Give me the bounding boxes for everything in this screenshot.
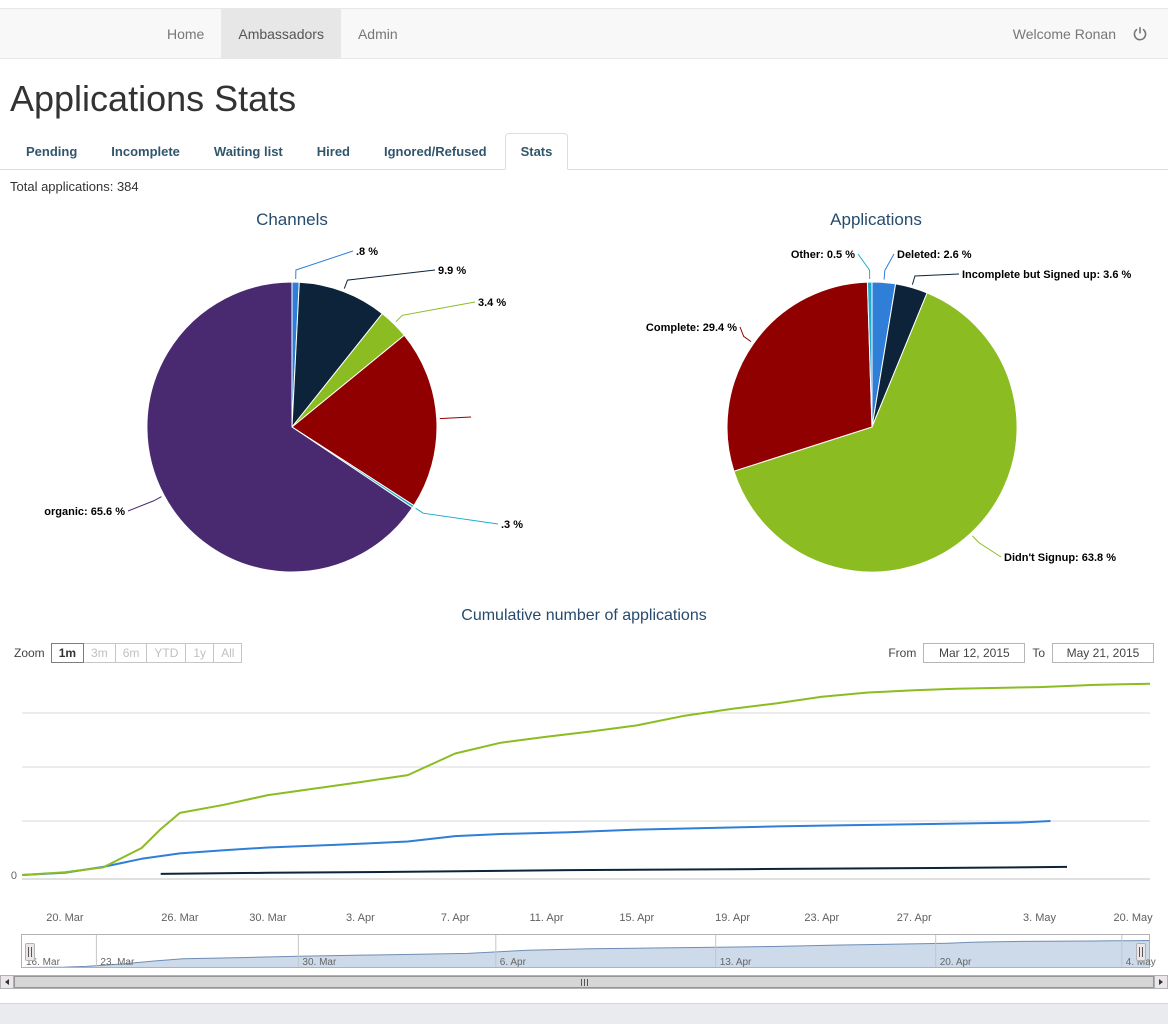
navigator-label: 20. Apr xyxy=(940,957,972,968)
navbar: Home Ambassadors Admin Welcome Ronan xyxy=(0,8,1168,59)
pie-label-connector xyxy=(415,507,499,525)
pie-label: 9.9 % xyxy=(438,265,466,277)
x-axis-label: 30. Mar xyxy=(249,912,287,924)
x-axis-label: 7. Apr xyxy=(441,912,470,924)
zoom-button-6m[interactable]: 6m xyxy=(114,643,148,663)
zoom-button-all[interactable]: All xyxy=(213,643,243,663)
scrollbar-track[interactable] xyxy=(14,975,1154,989)
navigator-label: 30. Mar xyxy=(302,957,337,968)
navbar-menu: Home Ambassadors Admin xyxy=(150,9,415,58)
cumulative-chart-section: Cumulative number of applications Zoom 1… xyxy=(0,606,1168,989)
page-footer xyxy=(0,1003,1168,1024)
x-axis-label: 3. Apr xyxy=(346,912,375,924)
navigator-area xyxy=(22,940,1150,968)
pie-label-connector xyxy=(395,301,476,323)
scroll-right-icon xyxy=(1159,979,1163,985)
tab-incomplete[interactable]: Incomplete xyxy=(95,133,196,170)
series-green xyxy=(21,682,1151,876)
from-label: From xyxy=(888,646,917,660)
x-axis-label: 3. May xyxy=(1023,912,1057,924)
zoom-button-3m[interactable]: 3m xyxy=(83,643,116,663)
pie-label-connector xyxy=(295,250,354,280)
pie-label: organic: 65.6 % xyxy=(44,506,125,518)
range-selector: Zoom 1m 3m 6m YTD 1y All From To xyxy=(14,643,1154,663)
tab-hired[interactable]: Hired xyxy=(301,133,366,170)
zoom-label: Zoom xyxy=(14,646,45,660)
total-applications: Total applications: 384 xyxy=(10,179,139,194)
x-axis-label: 11. Apr xyxy=(529,912,563,924)
x-axis-label: 26. Mar xyxy=(161,912,199,924)
pie-label: 3.4 % xyxy=(478,297,506,309)
cumulative-line-chart: 0 20. Mar 26. Mar 30. Mar 3. Apr 7. Apr 11. Ap… xyxy=(11,682,1154,924)
chart-title-applications: Applications xyxy=(830,210,922,229)
pie-label-connector xyxy=(972,535,1002,558)
from-date-input[interactable] xyxy=(923,643,1026,663)
scroll-left-icon xyxy=(5,979,9,985)
y-axis-label: 0 xyxy=(11,870,17,882)
tab-ignored-refused[interactable]: Ignored/Refused xyxy=(368,133,503,170)
scrollbar[interactable] xyxy=(0,975,1168,989)
pie-label: .8 % xyxy=(356,246,378,258)
navigator-label: 23. Mar xyxy=(100,957,135,968)
pie-label: Didn't Signup: 63.8 % xyxy=(1004,552,1116,564)
pie-label: .3 % xyxy=(501,519,523,531)
channels-pie-svg: .8 % 9.9 % 3.4 % .3 % organic: 65.6 % xyxy=(44,246,523,573)
navigator-handle-right[interactable] xyxy=(1136,943,1146,961)
zoom-buttons: Zoom 1m 3m 6m YTD 1y All xyxy=(14,643,243,663)
navigator[interactable]: 16. Mar 23. Mar 30. Mar 6. Apr 13. Apr 20. Ap… xyxy=(0,929,1168,975)
x-axis-label: 15. Apr xyxy=(619,912,654,924)
zoom-button-1m[interactable]: 1m xyxy=(50,643,85,663)
pie-label-connector xyxy=(857,253,871,280)
power-icon[interactable] xyxy=(1132,26,1148,42)
pie-label: Deleted: 2.6 % xyxy=(897,249,972,261)
channels-pie-chart: .8 % 9.9 % 3.4 % .3 % organic: 65.6 % Channe… xyxy=(0,204,584,594)
page-title: Applications Stats xyxy=(10,78,297,119)
x-axis-label: 23. Apr xyxy=(804,912,839,924)
series-dark xyxy=(160,865,1068,875)
tab-bar: Pending Incomplete Waiting list Hired Ig… xyxy=(0,133,1168,170)
pie-label: Incomplete but Signed up: 3.6 % xyxy=(962,269,1132,281)
tab-stats[interactable]: Stats xyxy=(504,133,569,170)
x-axis-label: 20. Mar xyxy=(46,912,84,924)
x-axis-label: 20. May xyxy=(1114,912,1154,924)
navigator-label: 6. Apr xyxy=(500,957,527,968)
chart-title-channels: Channels xyxy=(256,210,328,229)
zoom-button-1y[interactable]: 1y xyxy=(185,643,215,663)
nav-item-home[interactable]: Home xyxy=(150,9,221,58)
navbar-right: Welcome Ronan xyxy=(1013,9,1168,58)
scrollbar-thumb[interactable] xyxy=(14,976,1154,988)
pie-label-connector xyxy=(439,416,472,420)
x-axis-label: 27. Apr xyxy=(897,912,932,924)
tab-pending[interactable]: Pending xyxy=(10,133,93,170)
pie-label-connector xyxy=(911,273,960,285)
x-axis-label: 19. Apr xyxy=(715,912,750,924)
pie-label: Other: 0.5 % xyxy=(791,249,855,261)
applications-pie-chart: Deleted: 2.6 % Incomplete but Signed up: … xyxy=(584,204,1168,594)
pie-label: Complete: 29.4 % xyxy=(646,322,737,334)
series-blue xyxy=(21,820,1051,876)
pie-charts-row: .8 % 9.9 % 3.4 % .3 % organic: 65.6 % Channe… xyxy=(0,204,1168,594)
pie-label-connector xyxy=(883,253,895,280)
chart-title-cumulative: Cumulative number of applications xyxy=(461,607,707,624)
navigator-handle-left[interactable] xyxy=(25,943,35,961)
to-label: To xyxy=(1032,646,1045,660)
nav-item-admin[interactable]: Admin xyxy=(341,9,415,58)
pie-label-connector xyxy=(127,496,162,512)
tab-waiting-list[interactable]: Waiting list xyxy=(198,133,299,170)
nav-item-ambassadors[interactable]: Ambassadors xyxy=(221,9,341,58)
date-range-inputs: From To xyxy=(888,643,1154,663)
scrollbar-grip-icon xyxy=(583,978,585,986)
scroll-left-button[interactable] xyxy=(0,975,14,989)
pie-label-connector xyxy=(739,326,752,343)
welcome-text: Welcome Ronan xyxy=(1012,25,1116,42)
applications-pie-svg: Deleted: 2.6 % Incomplete but Signed up: … xyxy=(646,249,1132,573)
scroll-right-button[interactable] xyxy=(1154,975,1168,989)
navigator-label: 13. Apr xyxy=(720,957,752,968)
pie-label-connector xyxy=(343,269,436,289)
zoom-button-ytd[interactable]: YTD xyxy=(146,643,187,663)
to-date-input[interactable] xyxy=(1052,643,1154,663)
